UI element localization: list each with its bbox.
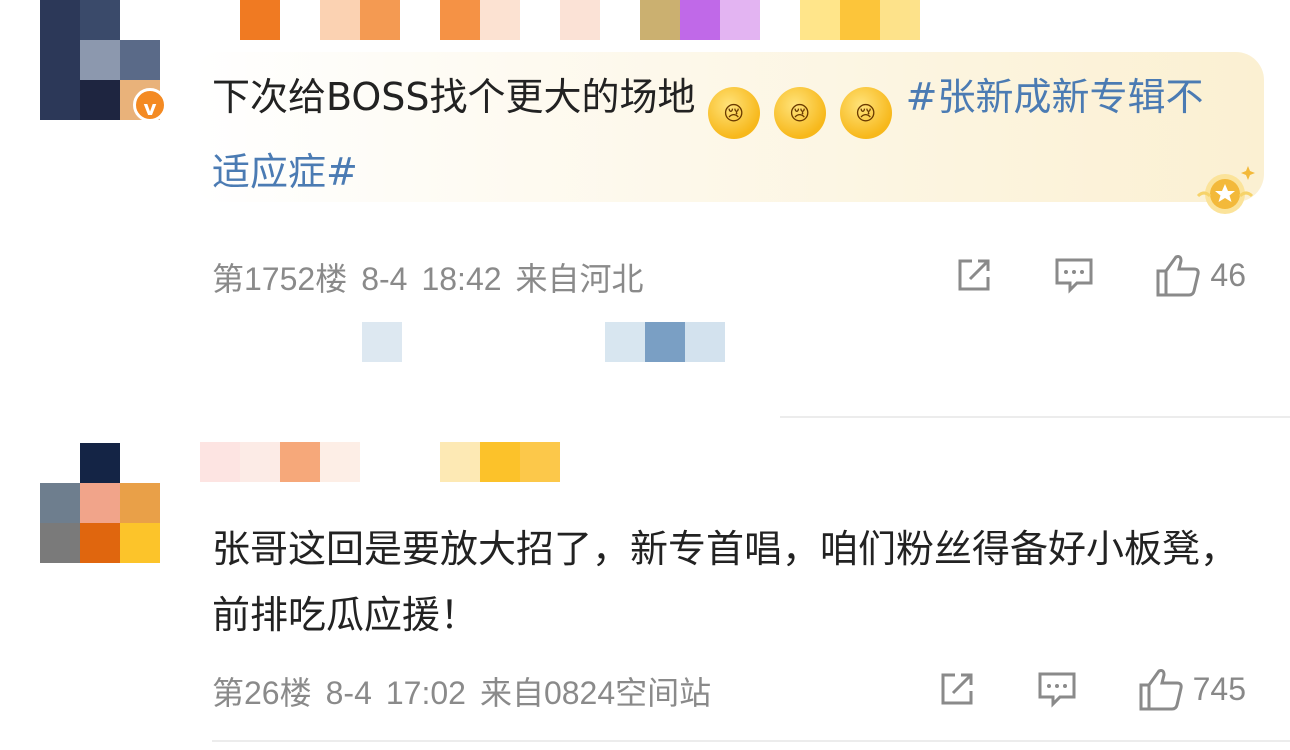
like-count: 745 (1192, 670, 1246, 707)
reply-preview-mosaic (362, 322, 402, 362)
post-date: 8-4 (325, 675, 372, 711)
comment-text: 下次给BOSS找个更大的场地 😢 😢 😢 #张新成新专辑不适应症# (212, 64, 1222, 205)
comment-item: v 下次给BOSS找个更大的场地 😢 😢 😢 #张新成新专辑不适应症# 第175… (0, 0, 1290, 420)
username-mosaic[interactable] (200, 442, 560, 482)
comment-meta: 第1752楼 8-4 18:42 来自河北 (212, 254, 658, 300)
comment-body: 下次给BOSS找个更大的场地 (212, 75, 696, 119)
divider (212, 740, 1290, 742)
comment-icon (1038, 672, 1076, 708)
verified-badge-icon: v (133, 88, 167, 122)
post-time: 17:02 (385, 675, 466, 711)
post-location: 来自0824空间站 (479, 675, 712, 711)
username-mosaic[interactable] (200, 0, 920, 40)
avatar[interactable] (40, 443, 160, 563)
crying-emoji-icon: 😢 (773, 87, 826, 139)
comment-actions: 46 (924, 250, 1246, 300)
reply-preview-mosaic (605, 322, 725, 362)
repost-icon (958, 259, 990, 291)
floor-number: 第26楼 (212, 675, 312, 711)
comment-button[interactable] (1024, 250, 1124, 300)
comment-text: 张哥这回是要放大招了，新专首唱，咱们粉丝得备好小板凳，前排吃瓜应援！ (212, 527, 1239, 637)
crying-emoji-icon: 😢 (839, 87, 892, 139)
repost-icon (941, 673, 973, 705)
repost-button[interactable] (924, 250, 1024, 300)
comment-item: 张哥这回是要放大招了，新专首唱，咱们粉丝得备好小板凳，前排吃瓜应援！ 第26楼 8… (0, 420, 1290, 750)
post-location: 来自河北 (515, 261, 644, 297)
like-icon (1139, 669, 1183, 711)
crying-emoji-icon: 😢 (707, 87, 760, 139)
floor-number: 第1752楼 (212, 261, 348, 297)
like-button[interactable]: 745 (1137, 664, 1246, 714)
like-icon (1156, 255, 1201, 297)
comment-icon (1055, 258, 1093, 294)
like-button[interactable]: 46 (1154, 250, 1246, 300)
comment-actions: 745 (907, 664, 1246, 714)
like-count: 46 (1210, 256, 1246, 293)
post-date: 8-4 (361, 261, 408, 297)
post-time: 18:42 (421, 261, 502, 297)
comment-meta: 第26楼 8-4 17:02 来自0824空间站 (212, 668, 725, 714)
comment-button[interactable] (1007, 664, 1107, 714)
fan-medal-icon (1196, 166, 1255, 214)
divider (780, 416, 1290, 418)
repost-button[interactable] (907, 664, 1007, 714)
